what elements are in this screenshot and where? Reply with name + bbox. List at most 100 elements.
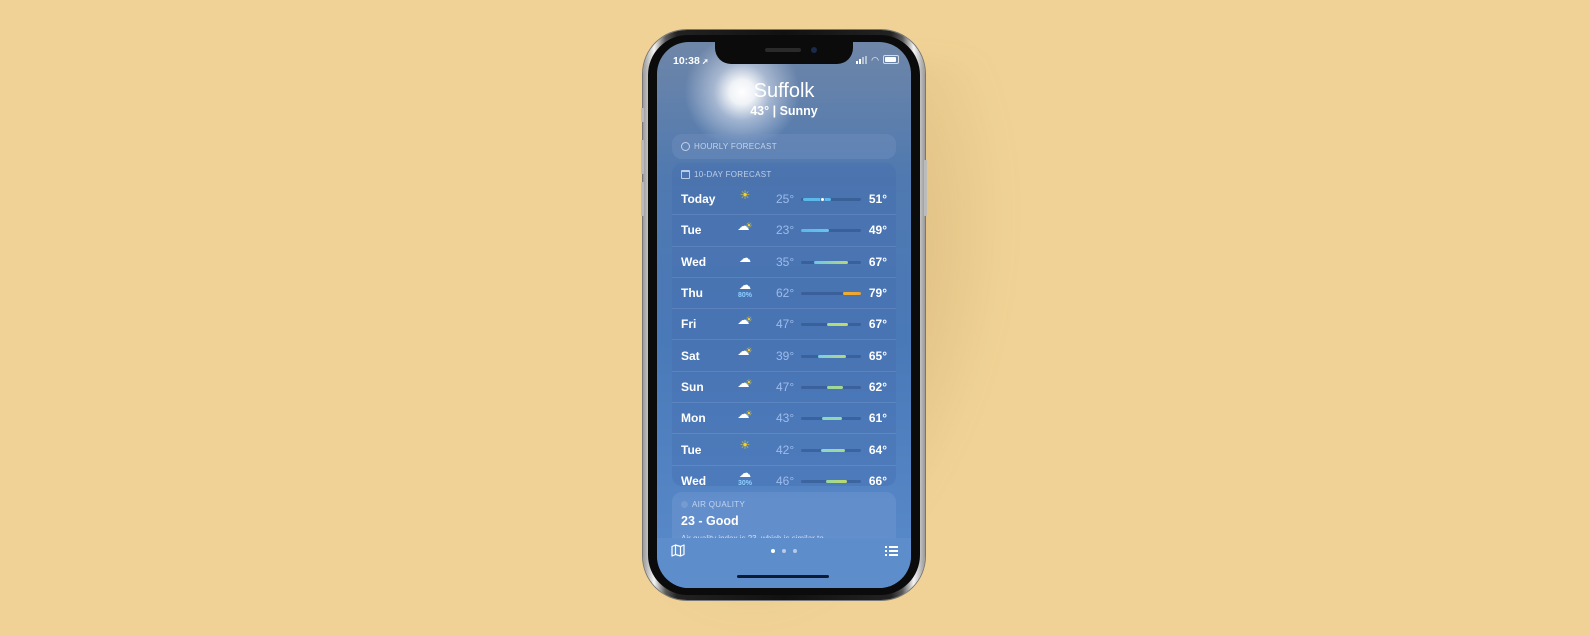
hourly-forecast-label: HOURLY FORECAST	[694, 142, 777, 151]
speaker	[765, 48, 801, 52]
temp-range-fill	[813, 260, 849, 264]
forecast-day: Fri	[681, 317, 697, 332]
ten-day-forecast-card[interactable]: 10-DAY FORECAST Today ☀ 25° 51° Tue ☁☀ 23° 49° W…	[672, 163, 896, 488]
partly-cloudy-icon: ☁☀	[737, 407, 753, 422]
high-temp: 51°	[868, 192, 887, 207]
battery-icon	[883, 55, 899, 64]
low-temp: 25°	[776, 192, 795, 207]
page-dot[interactable]	[793, 549, 797, 553]
cloud-icon: ☁	[739, 250, 751, 265]
high-temp: 79°	[868, 286, 887, 301]
mute-switch	[641, 108, 644, 122]
page-indicator[interactable]	[657, 549, 911, 553]
forecast-row[interactable]: Tue ☀ 42° 64°	[672, 433, 896, 464]
temp-range-fill	[826, 323, 849, 327]
clock-icon	[681, 142, 690, 151]
low-temp: 42°	[776, 442, 795, 457]
weather-screen: 10:38 ➚ ◠ Suffolk 43° | Sunny HOURLY FORE…	[657, 42, 911, 588]
wifi-icon: ◠	[871, 54, 879, 65]
forecast-row[interactable]: Sun ☁☀ 47° 62°	[672, 370, 896, 402]
high-temp: 65°	[868, 348, 887, 363]
partly-cloudy-icon: ☁☀	[737, 313, 753, 328]
hourly-forecast-card[interactable]: HOURLY FORECAST	[672, 134, 896, 159]
low-temp: 39°	[776, 348, 795, 363]
temp-range-fill	[818, 354, 846, 358]
forecast-row[interactable]: Thu ☁ 80% 62° 79°	[672, 276, 896, 308]
high-temp: 67°	[868, 254, 887, 269]
forecast-row[interactable]: Mon ☁☀ 43° 61°	[672, 402, 896, 433]
forecast-day: Wed	[681, 473, 707, 488]
temp-range-fill	[825, 479, 848, 483]
high-temp: 67°	[868, 317, 887, 332]
page-dot[interactable]	[782, 549, 786, 553]
list-icon[interactable]	[885, 546, 898, 558]
location-arrow-icon: ➚	[701, 57, 709, 66]
forecast-row[interactable]: Tue ☁☀ 23° 49°	[672, 214, 896, 245]
page-dot[interactable]	[771, 549, 775, 553]
temp-range-fill	[822, 417, 842, 421]
front-camera	[811, 47, 817, 53]
hourly-forecast-header: HOURLY FORECAST	[681, 142, 777, 151]
low-temp: 43°	[776, 411, 795, 426]
forecast-day: Tue	[681, 442, 702, 457]
home-indicator[interactable]	[737, 575, 829, 578]
forecast-day: Tue	[681, 223, 702, 238]
map-icon[interactable]	[671, 544, 685, 562]
high-temp: 62°	[868, 379, 887, 394]
forecast-row[interactable]: Today ☀ 25° 51°	[672, 184, 896, 214]
bottom-toolbar	[657, 538, 911, 588]
temp-range-fill	[803, 198, 831, 202]
forecast-day: Today	[681, 192, 716, 207]
temp-range-bar	[801, 292, 861, 296]
temp-range-fill	[821, 448, 845, 452]
partly-cloudy-icon: ☁☀	[737, 344, 753, 359]
air-quality-label: AIR QUALITY	[692, 500, 746, 509]
temp-range-bar	[801, 417, 861, 421]
forecast-day: Sun	[681, 379, 704, 394]
temp-range-bar	[801, 260, 861, 264]
ten-day-forecast-header: 10-DAY FORECAST	[681, 170, 772, 179]
air-quality-value: 23 - Good	[681, 514, 739, 528]
cellular-signal-icon	[856, 55, 868, 64]
forecast-row[interactable]: Sat ☁☀ 39° 65°	[672, 339, 896, 370]
current-condition: 43° | Sunny	[750, 104, 818, 118]
temp-range-fill	[826, 385, 843, 389]
city-name: Suffolk	[753, 80, 815, 102]
notch	[715, 42, 853, 64]
rain-cloud-icon: ☁ 30%	[733, 467, 757, 487]
side-button	[924, 160, 927, 216]
precipitation-chance: 30%	[737, 479, 752, 487]
calendar-icon	[681, 170, 690, 179]
temp-range-bar	[801, 197, 861, 203]
volume-up-button	[641, 140, 644, 174]
precipitation-chance: 80%	[737, 291, 752, 299]
temp-range-bar	[801, 354, 861, 358]
partly-cloudy-icon: ☁☀	[737, 375, 753, 390]
high-temp: 61°	[868, 411, 887, 426]
high-temp: 64°	[868, 442, 887, 457]
current-temp-marker	[820, 197, 826, 203]
rain-cloud-icon: ☁ 80%	[733, 279, 757, 299]
status-time: 10:38 ➚	[673, 55, 709, 67]
low-temp: 23°	[776, 223, 795, 238]
low-temp: 47°	[776, 317, 795, 332]
forecast-row[interactable]: Wed ☁ 35° 67°	[672, 245, 896, 277]
partly-cloudy-icon: ☁☀	[737, 219, 753, 234]
temp-range-bar	[801, 323, 861, 327]
volume-down-button	[641, 182, 644, 216]
temp-range-bar	[801, 385, 861, 389]
low-temp: 62°	[776, 286, 795, 301]
temp-range-fill	[801, 229, 829, 233]
temp-range-bar	[801, 479, 861, 483]
air-quality-header: AIR QUALITY	[681, 500, 745, 509]
high-temp: 66°	[868, 473, 887, 488]
sun-icon: ☀	[739, 188, 751, 202]
ten-day-forecast-label: 10-DAY FORECAST	[694, 170, 772, 179]
forecast-day: Thu	[681, 286, 703, 301]
forecast-row[interactable]: Fri ☁☀ 47° 67°	[672, 308, 896, 339]
high-temp: 49°	[868, 223, 887, 238]
low-temp: 35°	[776, 254, 795, 269]
forecast-day: Mon	[681, 411, 706, 426]
temp-range-fill	[842, 292, 861, 296]
air-quality-icon	[681, 501, 688, 508]
